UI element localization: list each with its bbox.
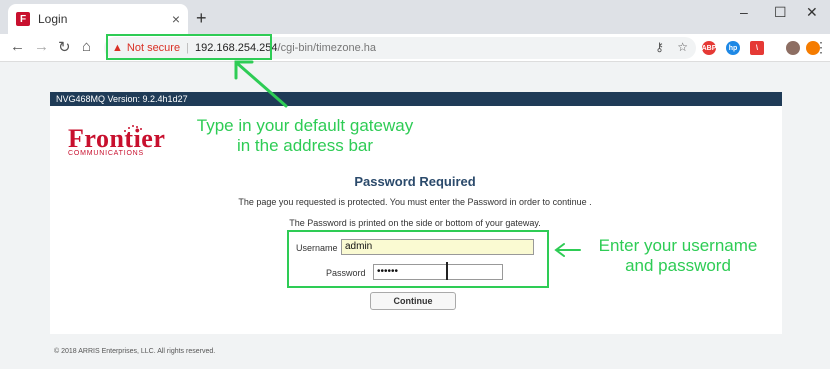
gateway-arrow-icon	[234, 60, 288, 108]
annotation-arrows	[234, 60, 581, 257]
credentials-arrow-icon	[554, 243, 581, 257]
